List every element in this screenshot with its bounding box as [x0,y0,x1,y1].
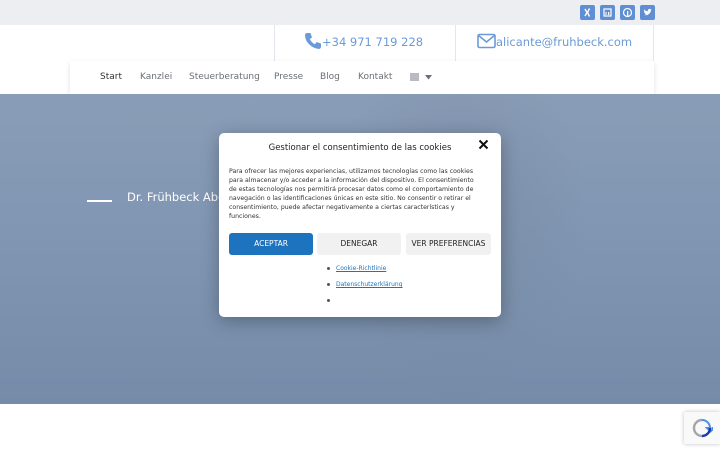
accept-button[interactable]: ACEPTAR [229,233,313,255]
bullet [327,299,330,302]
bullet [327,283,330,286]
cookie-dialog-text: Para ofrecer las mejores experiencias, u… [229,168,474,220]
cookie-policy-link[interactable]: Cookie-Richtlinie [336,265,386,272]
cookie-overlay: Gestionar el consentimiento de las cooki… [0,0,720,450]
list-item [327,293,403,309]
recaptcha-badge[interactable] [684,412,720,444]
cookie-consent-dialog: Gestionar el consentimiento de las cooki… [219,133,501,317]
list-item: Datenschutzerklärung [327,277,403,293]
deny-button[interactable]: DENEGAR [317,233,401,255]
close-icon[interactable] [478,139,489,154]
list-item: Cookie-Richtlinie [327,261,403,277]
cookie-dialog-title: Gestionar el consentimiento de las cooki… [268,143,452,153]
view-preferences-button[interactable]: VER PREFERENCIAS [406,233,491,255]
cookie-links-list: Cookie-Richtlinie Datenschutzerklärung [327,261,403,309]
recaptcha-icon [692,418,713,438]
bullet [327,267,330,270]
privacy-policy-link[interactable]: Datenschutzerklärung [336,281,403,288]
